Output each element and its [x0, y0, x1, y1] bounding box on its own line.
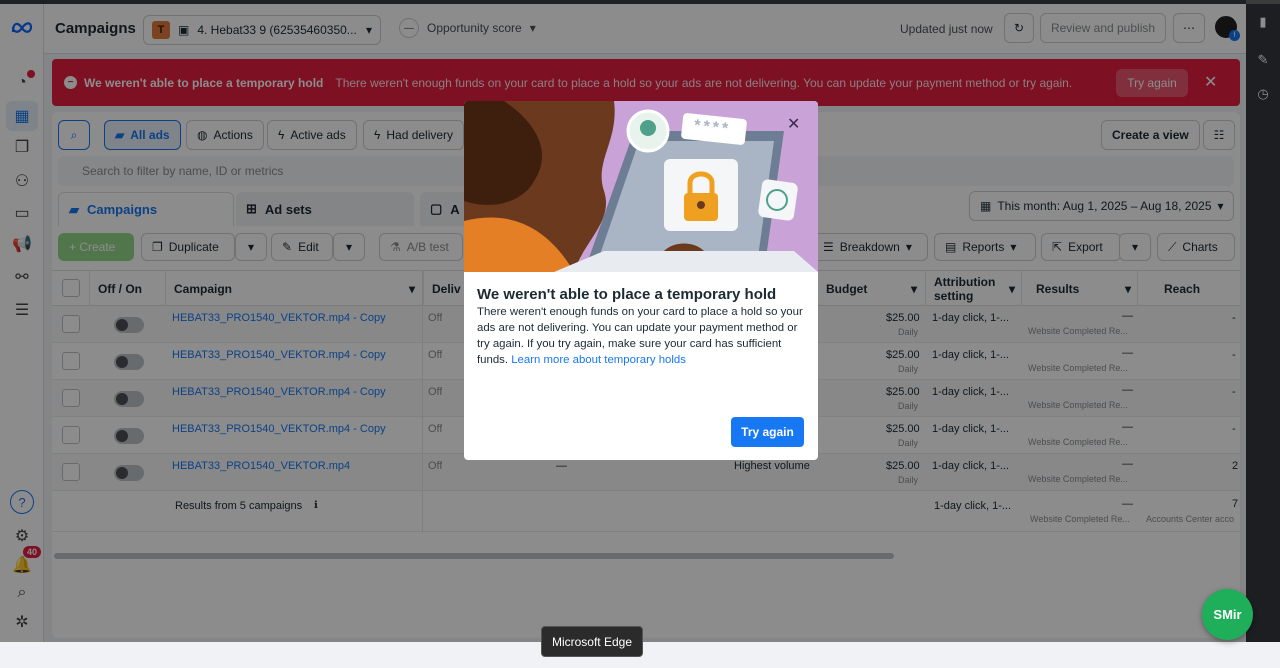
hold-illustration: **** — [464, 101, 818, 272]
dialog-title: We weren't able to place a temporary hol… — [477, 286, 777, 303]
right-sidebar-strip: ▮ ✎ ◷ — [1246, 4, 1280, 642]
dialog-body: There weren't enough funds on your card … — [477, 304, 807, 368]
pencil-icon[interactable]: ✎ — [1255, 52, 1271, 68]
bar-chart-icon[interactable]: ▮ — [1255, 14, 1271, 30]
history-icon[interactable]: ◷ — [1255, 86, 1271, 102]
close-icon[interactable]: ✕ — [787, 114, 800, 134]
dialog-try-again-button[interactable]: Try again — [731, 417, 804, 447]
learn-more-link[interactable]: Learn more about temporary holds — [511, 354, 686, 366]
taskbar-tooltip: Microsoft Edge — [541, 626, 643, 657]
smir-logo-button[interactable]: SMir — [1202, 589, 1253, 640]
password-mask: **** — [693, 117, 732, 138]
temporary-hold-dialog: **** ✕ We weren't able to place a tempor… — [464, 101, 818, 460]
